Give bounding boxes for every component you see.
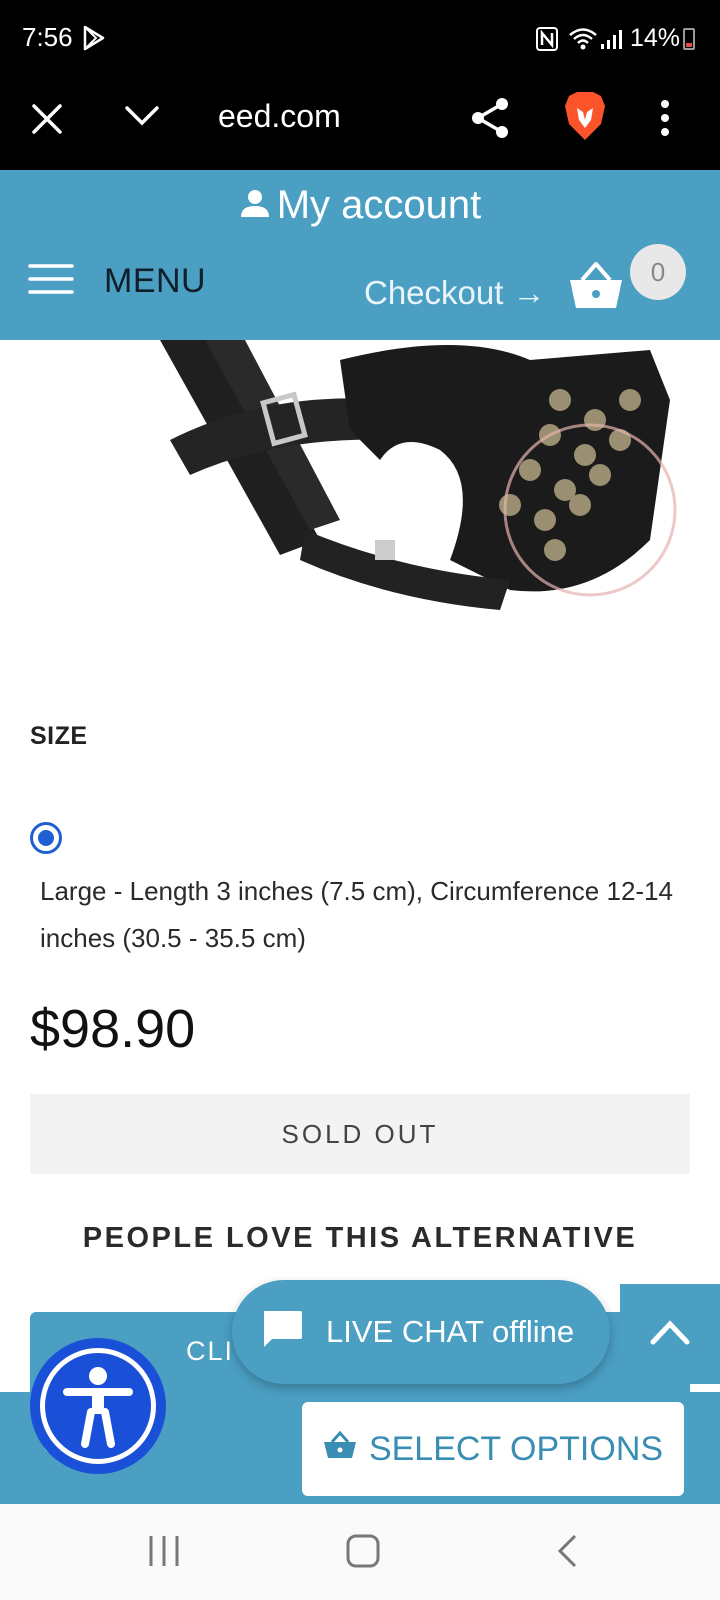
recent-apps-icon[interactable] xyxy=(148,1534,180,1573)
size-option-label[interactable]: Large - Length 3 inches (7.5 cm), Circum… xyxy=(40,868,690,962)
hamburger-icon xyxy=(28,263,74,300)
nfc-icon xyxy=(536,27,558,56)
my-account-label: My account xyxy=(276,182,482,227)
accessibility-button[interactable] xyxy=(30,1338,166,1474)
basket-icon xyxy=(323,1430,357,1469)
cart-basket-icon[interactable] xyxy=(568,260,624,317)
chevron-up-icon xyxy=(650,1319,690,1350)
product-image xyxy=(150,340,690,660)
status-bar: 7:56 14% xyxy=(0,0,720,82)
live-chat-label: LIVE CHAT offline xyxy=(326,1314,575,1349)
alternatives-heading: PEOPLE LOVE THIS ALTERNATIVE xyxy=(82,1222,638,1254)
battery-percent: 14% xyxy=(630,24,681,52)
live-chat-button[interactable]: LIVE CHAT offline xyxy=(232,1280,610,1384)
size-radio[interactable] xyxy=(30,822,62,854)
status-time: 7:56 xyxy=(22,22,73,52)
scroll-to-top-button[interactable] xyxy=(620,1284,720,1384)
more-options-icon[interactable] xyxy=(660,98,670,143)
back-icon[interactable] xyxy=(556,1534,578,1573)
product-price: $98.90 xyxy=(30,999,196,1059)
menu-label: MENU xyxy=(104,262,207,300)
cart-count-badge: 0 xyxy=(630,244,686,300)
alternative-cta-label: CLI xyxy=(186,1336,235,1366)
select-options-label: SELECT OPTIONS xyxy=(368,1429,664,1468)
site-header: My account MENU Checkout → 0 xyxy=(0,170,720,340)
size-label: SIZE xyxy=(30,722,88,750)
close-tab-icon[interactable] xyxy=(30,102,64,141)
sold-out-button[interactable]: SOLD OUT xyxy=(30,1094,690,1174)
browser-toolbar: eed.com xyxy=(0,82,720,170)
url-text[interactable]: eed.com xyxy=(218,98,341,135)
home-icon[interactable] xyxy=(346,1534,380,1573)
menu-button[interactable]: MENU xyxy=(28,262,206,301)
accessibility-icon xyxy=(40,1348,156,1464)
share-icon[interactable] xyxy=(470,96,510,145)
checkout-link[interactable]: Checkout → xyxy=(364,274,546,312)
battery-icon xyxy=(683,28,695,50)
my-account-link[interactable]: My account xyxy=(0,180,720,230)
select-options-button[interactable]: SELECT OPTIONS xyxy=(302,1402,684,1496)
brave-lion-icon[interactable] xyxy=(563,90,607,147)
signal-icon xyxy=(600,28,624,55)
user-icon xyxy=(239,187,271,224)
wifi-icon xyxy=(568,26,598,55)
play-store-icon xyxy=(82,25,106,56)
system-nav-bar xyxy=(0,1504,720,1600)
chat-bubble-icon xyxy=(260,1309,304,1356)
chevron-down-icon[interactable] xyxy=(124,104,160,133)
